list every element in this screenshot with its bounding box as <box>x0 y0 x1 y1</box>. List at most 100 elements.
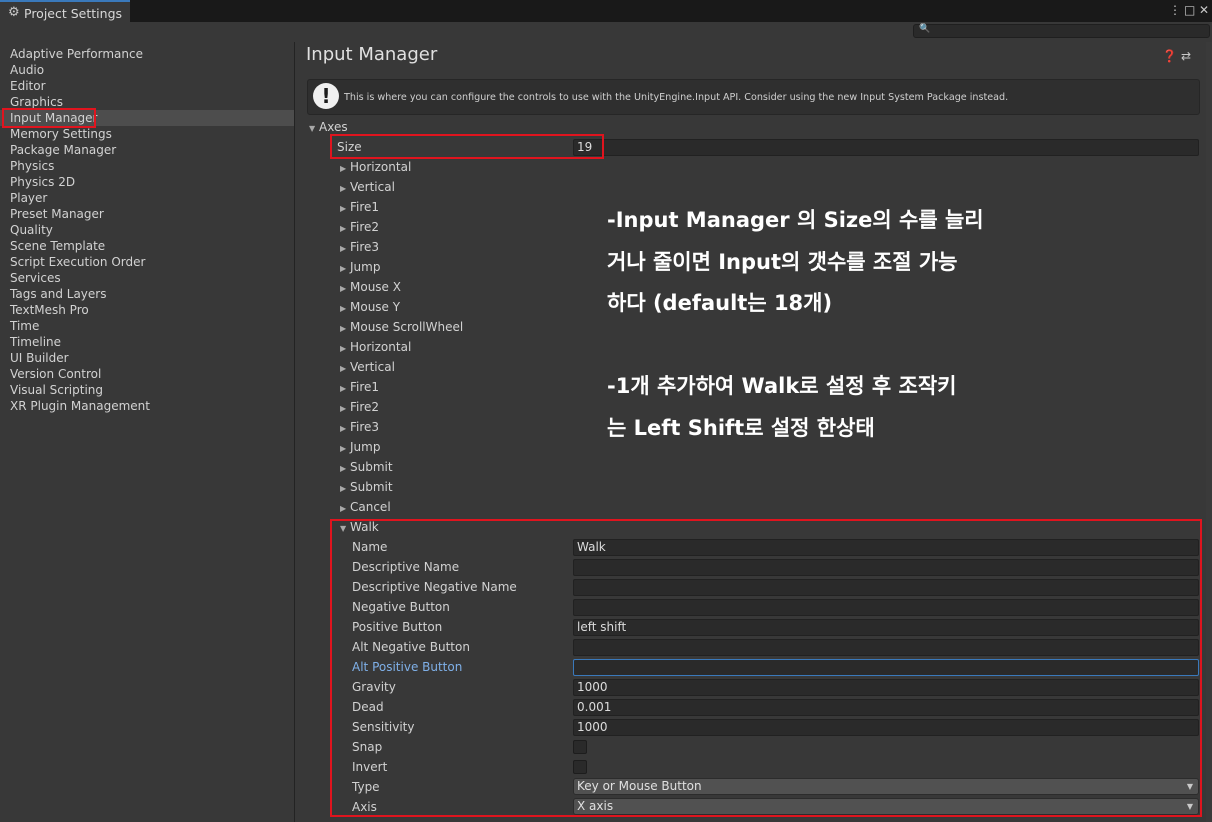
axis-foldout-submit[interactable]: ▶ Submit <box>340 458 393 476</box>
axis-label: Fire1 <box>350 200 380 214</box>
axis-foldout-fire1[interactable]: ▶ Fire1 <box>340 198 379 216</box>
axis-label: Horizontal <box>350 160 412 174</box>
foldout-closed-icon: ▶ <box>340 304 347 313</box>
size-field[interactable]: 19 <box>573 139 1199 156</box>
axis-foldout-mouse-scrollwheel[interactable]: ▶ Mouse ScrollWheel <box>340 318 463 336</box>
sidebar-item-xr-plugin-management[interactable]: XR Plugin Management <box>10 398 150 414</box>
preset-sliders-icon[interactable]: ⇄ <box>1181 49 1191 63</box>
foldout-closed-icon: ▶ <box>340 204 347 213</box>
foldout-open-icon: ▼ <box>309 124 316 133</box>
axis-label: Submit <box>350 460 393 474</box>
axis-label: Jump <box>350 440 381 454</box>
axis-foldout-jump[interactable]: ▶ Jump <box>340 258 380 276</box>
foldout-closed-icon: ▶ <box>340 184 347 193</box>
highlight-box-walk <box>330 519 1202 817</box>
sidebar-item-textmesh-pro[interactable]: TextMesh Pro <box>10 302 89 318</box>
sidebar-item-version-control[interactable]: Version Control <box>10 366 101 382</box>
axis-label: Mouse X <box>350 280 401 294</box>
sidebar-item-tags-and-layers[interactable]: Tags and Layers <box>10 286 106 302</box>
axis-foldout-fire2[interactable]: ▶ Fire2 <box>340 398 379 416</box>
axis-foldout-submit[interactable]: ▶ Submit <box>340 478 393 496</box>
sidebar-item-preset-manager[interactable]: Preset Manager <box>10 206 104 222</box>
foldout-closed-icon: ▶ <box>340 404 347 413</box>
axis-label: Horizontal <box>350 340 412 354</box>
axis-label: Jump <box>350 260 381 274</box>
axis-foldout-vertical[interactable]: ▶ Vertical <box>340 358 395 376</box>
search-icon: 🔍 <box>919 24 931 34</box>
foldout-closed-icon: ▶ <box>340 164 347 173</box>
sidebar-item-editor[interactable]: Editor <box>10 78 46 94</box>
foldout-closed-icon: ▶ <box>340 264 347 273</box>
foldout-closed-icon: ▶ <box>340 484 347 493</box>
foldout-closed-icon: ▶ <box>340 364 347 373</box>
sidebar-item-memory-settings[interactable]: Memory Settings <box>10 126 112 142</box>
axis-label: Cancel <box>350 500 391 514</box>
highlight-box-input-manager <box>2 108 96 128</box>
axis-label: Fire2 <box>350 220 380 234</box>
annotation-line: 하다 (default는 18개) <box>607 291 833 315</box>
foldout-closed-icon: ▶ <box>340 444 347 453</box>
axis-foldout-vertical[interactable]: ▶ Vertical <box>340 178 395 196</box>
tab-title: Project Settings <box>24 6 123 21</box>
close-icon[interactable]: ✕ <box>1199 3 1209 17</box>
foldout-closed-icon: ▶ <box>340 324 347 333</box>
foldout-closed-icon: ▶ <box>340 284 347 293</box>
sidebar-item-audio[interactable]: Audio <box>10 62 44 78</box>
sidebar-item-player[interactable]: Player <box>10 190 47 206</box>
annotation-line: -Input Manager 의 Size의 수를 늘리 <box>607 208 984 232</box>
annotation-text: -Input Manager 의 Size의 수를 늘리 거나 줄이면 Inpu… <box>607 200 1027 449</box>
axis-foldout-cancel[interactable]: ▶ Cancel <box>340 498 391 516</box>
help-message: This is where you can configure the cont… <box>344 92 1009 103</box>
annotation-line: -1개 추가하여 Walk로 설정 후 조작키 <box>607 374 957 398</box>
axis-foldout-fire2[interactable]: ▶ Fire2 <box>340 218 379 236</box>
axis-foldout-horizontal[interactable]: ▶ Horizontal <box>340 158 411 176</box>
axis-foldout-jump[interactable]: ▶ Jump <box>340 438 380 456</box>
more-menu-icon[interactable]: ⋮ <box>1169 3 1181 17</box>
sidebar-item-scene-template[interactable]: Scene Template <box>10 238 105 254</box>
axis-label: Mouse ScrollWheel <box>350 320 464 334</box>
sidebar-item-visual-scripting[interactable]: Visual Scripting <box>10 382 103 398</box>
axis-foldout-fire3[interactable]: ▶ Fire3 <box>340 238 379 256</box>
foldout-closed-icon: ▶ <box>340 504 347 513</box>
highlight-box-size <box>330 134 604 159</box>
gear-icon: ⚙ <box>8 5 20 20</box>
foldout-closed-icon: ▶ <box>340 224 347 233</box>
axis-foldout-fire3[interactable]: ▶ Fire3 <box>340 418 379 436</box>
foldout-closed-icon: ▶ <box>340 464 347 473</box>
sidebar-item-package-manager[interactable]: Package Manager <box>10 142 116 158</box>
vertical-scrollbar[interactable] <box>1206 42 1212 822</box>
page-title: Input Manager <box>306 44 438 65</box>
sidebar-item-physics-2d[interactable]: Physics 2D <box>10 174 75 190</box>
sidebar-item-timeline[interactable]: Timeline <box>10 334 61 350</box>
axis-foldout-horizontal[interactable]: ▶ Horizontal <box>340 338 411 356</box>
axis-label: Fire2 <box>350 400 380 414</box>
axis-label: Vertical <box>350 180 395 194</box>
sidebar-item-script-execution-order[interactable]: Script Execution Order <box>10 254 145 270</box>
axis-label: Vertical <box>350 360 395 374</box>
foldout-closed-icon: ▶ <box>340 384 347 393</box>
sidebar-item-services[interactable]: Services <box>10 270 61 286</box>
axis-label: Fire1 <box>350 380 380 394</box>
sidebar-item-adaptive-performance[interactable]: Adaptive Performance <box>10 46 143 62</box>
sidebar-item-time[interactable]: Time <box>10 318 39 334</box>
sidebar-item-physics[interactable]: Physics <box>10 158 54 174</box>
title-bar <box>0 0 1212 22</box>
foldout-closed-icon: ▶ <box>340 424 347 433</box>
foldout-closed-icon: ▶ <box>340 244 347 253</box>
sidebar-item-quality[interactable]: Quality <box>10 222 53 238</box>
axis-foldout-fire1[interactable]: ▶ Fire1 <box>340 378 379 396</box>
axes-label: Axes <box>319 120 348 134</box>
axis-foldout-mouse-y[interactable]: ▶ Mouse Y <box>340 298 400 316</box>
sidebar-item-ui-builder[interactable]: UI Builder <box>10 350 69 366</box>
help-icon[interactable]: ❓ <box>1162 49 1177 63</box>
help-box: ! This is where you can configure the co… <box>307 79 1200 115</box>
search-input[interactable]: 🔍 <box>913 24 1210 38</box>
axis-label: Mouse Y <box>350 300 401 314</box>
axis-label: Fire3 <box>350 240 380 254</box>
maximize-icon[interactable]: □ <box>1184 3 1195 17</box>
annotation-line <box>607 325 1027 367</box>
axis-foldout-mouse-x[interactable]: ▶ Mouse X <box>340 278 401 296</box>
annotation-line: 는 Left Shift로 설정 한상태 <box>607 415 875 440</box>
project-settings-tab[interactable]: ⚙ Project Settings <box>0 0 130 24</box>
warning-icon: ! <box>313 83 339 109</box>
